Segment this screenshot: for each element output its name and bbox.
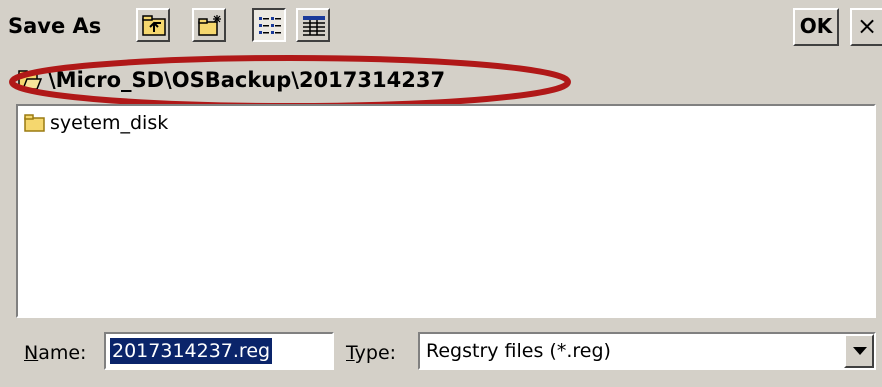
- file-list[interactable]: syetem_disk: [16, 104, 876, 318]
- name-label: Name:: [24, 342, 87, 364]
- type-label: Type:: [346, 342, 397, 364]
- details-view-button[interactable]: [296, 8, 330, 42]
- new-folder-button[interactable]: [192, 8, 226, 42]
- name-field-value: 2017314237.reg: [110, 338, 273, 364]
- details-view-icon: [303, 16, 325, 36]
- chevron-down-icon: [853, 347, 867, 355]
- save-as-dialog: Save As OK × \Micro_SD\OSBackup\20173142…: [0, 0, 882, 387]
- dialog-title: Save As: [8, 14, 102, 38]
- folder-icon: [24, 114, 45, 132]
- close-button[interactable]: ×: [850, 8, 882, 46]
- name-field[interactable]: 2017314237.reg: [104, 332, 334, 370]
- up-folder-button[interactable]: [136, 8, 170, 42]
- list-view-icon: [259, 17, 281, 34]
- new-folder-icon: [198, 15, 221, 36]
- ok-button[interactable]: OK: [793, 8, 839, 46]
- title-bar: Save As OK ×: [0, 0, 882, 60]
- list-view-button[interactable]: [252, 8, 286, 42]
- file-name: syetem_disk: [50, 112, 169, 134]
- type-dropdown-button[interactable]: [844, 334, 874, 368]
- type-select-value: Regstry files (*.reg): [426, 340, 611, 362]
- up-folder-icon: [142, 15, 166, 36]
- type-select[interactable]: Regstry files (*.reg): [418, 332, 876, 370]
